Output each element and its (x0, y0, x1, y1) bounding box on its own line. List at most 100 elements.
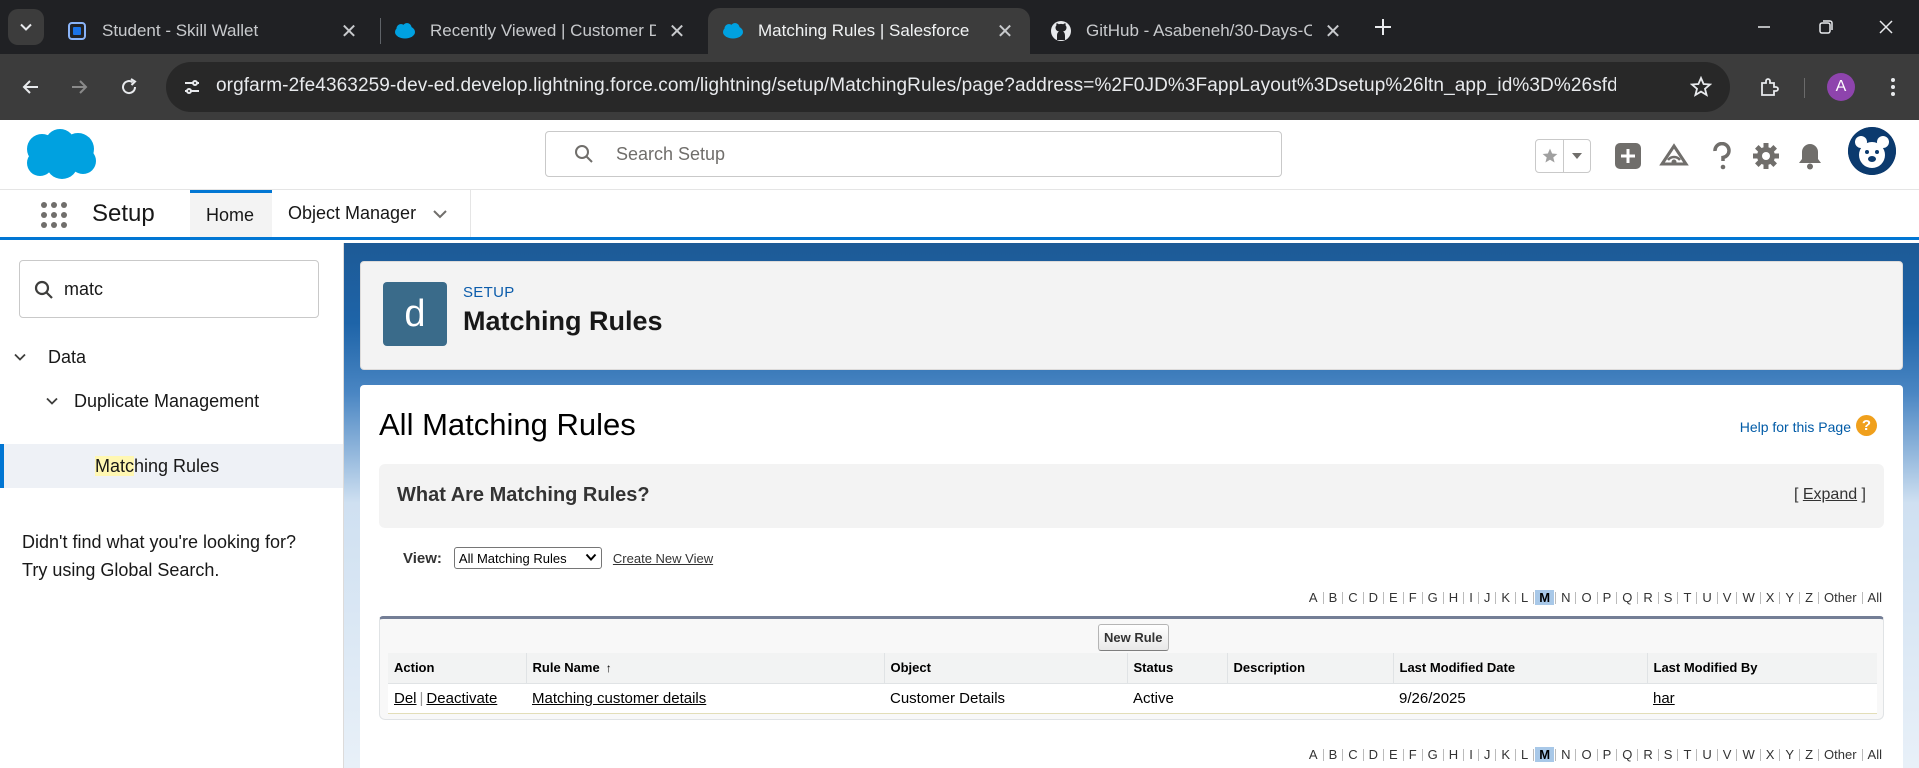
alpha-filter-s[interactable]: S (1659, 590, 1678, 605)
alpha-filter-n[interactable]: N (1556, 747, 1575, 762)
bookmark-star-icon[interactable] (1688, 74, 1714, 100)
tab-search-button[interactable] (8, 9, 44, 45)
alpha-filter-z[interactable]: Z (1800, 590, 1818, 605)
alpha-filter-l[interactable]: L (1516, 747, 1533, 762)
browser-tab-skill-wallet[interactable]: Student - Skill Wallet ✕ (52, 8, 374, 54)
expand-link[interactable]: Expand (1803, 486, 1857, 503)
alpha-filter-u[interactable]: U (1697, 747, 1716, 762)
alpha-filter-j[interactable]: J (1479, 747, 1496, 762)
new-tab-button[interactable] (1368, 11, 1398, 43)
reload-button[interactable] (110, 68, 148, 106)
alpha-filter-q[interactable]: Q (1617, 590, 1637, 605)
alpha-filter-f[interactable]: F (1404, 747, 1422, 762)
alpha-filter-all[interactable]: All (1863, 590, 1887, 605)
alpha-filter-i[interactable]: I (1464, 747, 1478, 762)
notifications-button[interactable] (1792, 138, 1828, 174)
tab-home[interactable]: Home (190, 190, 272, 237)
help-question-icon[interactable]: ? (1856, 415, 1877, 436)
alpha-filter-b[interactable]: B (1324, 590, 1343, 605)
alpha-filter-y[interactable]: Y (1780, 590, 1799, 605)
global-search-input[interactable] (616, 140, 1256, 168)
forward-button[interactable] (60, 68, 98, 106)
tree-item-data[interactable]: Data (0, 335, 343, 379)
tab-object-manager[interactable]: Object Manager (272, 190, 464, 237)
alpha-filter-y[interactable]: Y (1780, 747, 1799, 762)
minimize-button[interactable] (1744, 10, 1784, 44)
create-new-view-link[interactable]: Create New View (613, 551, 713, 566)
alpha-filter-x[interactable]: X (1761, 747, 1780, 762)
restore-button[interactable] (1806, 10, 1846, 44)
app-launcher-button[interactable] (38, 199, 70, 231)
tab-close-icon[interactable]: ✕ (994, 20, 1016, 43)
site-info-button[interactable] (176, 71, 208, 103)
url-text[interactable]: orgfarm-2fe4363259-dev-ed.develop.lightn… (216, 75, 1616, 97)
close-window-button[interactable] (1866, 10, 1906, 44)
alpha-filter-z[interactable]: Z (1800, 747, 1818, 762)
alpha-filter-p[interactable]: P (1598, 590, 1617, 605)
alpha-filter-h[interactable]: H (1444, 747, 1463, 762)
help-for-page-link[interactable]: Help for this Page (1740, 419, 1851, 435)
alpha-filter-d[interactable]: D (1364, 590, 1383, 605)
alpha-filter-u[interactable]: U (1697, 590, 1716, 605)
tree-item-matching-rules[interactable]: Matching Rules (0, 444, 343, 488)
alpha-filter-m[interactable]: M (1535, 747, 1555, 762)
alpha-filter-k[interactable]: K (1496, 590, 1515, 605)
alpha-filter-g[interactable]: G (1423, 590, 1443, 605)
alpha-filter-o[interactable]: O (1576, 747, 1596, 762)
alpha-filter-v[interactable]: V (1718, 590, 1737, 605)
alpha-filter-i[interactable]: I (1464, 590, 1478, 605)
alpha-filter-h[interactable]: H (1444, 590, 1463, 605)
chevron-down-icon[interactable] (42, 394, 62, 408)
alpha-filter-k[interactable]: K (1496, 747, 1515, 762)
user-avatar[interactable] (1848, 127, 1896, 175)
alpha-filter-p[interactable]: P (1598, 747, 1617, 762)
column-header-rule-name[interactable]: Rule Name ↑ (525, 653, 884, 684)
alpha-filter-e[interactable]: E (1384, 590, 1403, 605)
alpha-filter-other[interactable]: Other (1819, 590, 1862, 605)
alpha-filter-n[interactable]: N (1556, 590, 1575, 605)
alpha-filter-f[interactable]: F (1404, 590, 1422, 605)
alpha-filter-o[interactable]: O (1576, 590, 1596, 605)
alpha-filter-b[interactable]: B (1324, 747, 1343, 762)
alpha-filter-g[interactable]: G (1423, 747, 1443, 762)
alpha-filter-t[interactable]: T (1678, 747, 1696, 762)
setup-button[interactable] (1748, 138, 1784, 174)
alpha-filter-m[interactable]: M (1535, 590, 1555, 605)
alpha-filter-other[interactable]: Other (1819, 747, 1862, 762)
browser-menu-button[interactable] (1874, 68, 1912, 106)
alpha-filter-j[interactable]: J (1479, 590, 1496, 605)
alpha-filter-q[interactable]: Q (1617, 747, 1637, 762)
browser-tab-matching-rules[interactable]: Matching Rules | Salesforce ✕ (708, 8, 1030, 54)
alpha-filter-v[interactable]: V (1718, 747, 1737, 762)
chevron-down-icon[interactable] (10, 350, 30, 364)
favorites-star-button[interactable] (1536, 140, 1563, 172)
alpha-filter-all[interactable]: All (1863, 747, 1887, 762)
chevron-down-icon[interactable] (432, 206, 448, 222)
tab-close-icon[interactable]: ✕ (338, 20, 360, 43)
deactivate-link[interactable]: Deactivate (426, 690, 497, 707)
alpha-filter-d[interactable]: D (1364, 747, 1383, 762)
alpha-filter-x[interactable]: X (1761, 590, 1780, 605)
back-button[interactable] (12, 68, 50, 106)
delete-link[interactable]: Del (394, 690, 417, 707)
alpha-filter-a[interactable]: A (1304, 590, 1323, 605)
browser-tab-recently-viewed[interactable]: Recently Viewed | Customer Details ✕ (380, 8, 702, 54)
new-rule-button[interactable]: New Rule (1098, 624, 1169, 651)
alpha-filter-w[interactable]: W (1737, 747, 1759, 762)
tab-close-icon[interactable]: ✕ (666, 20, 688, 43)
tree-item-duplicate-management[interactable]: Duplicate Management (0, 379, 343, 423)
tab-close-icon[interactable]: ✕ (1322, 20, 1344, 43)
alpha-filter-e[interactable]: E (1384, 747, 1403, 762)
alpha-filter-a[interactable]: A (1304, 747, 1323, 762)
alpha-filter-s[interactable]: S (1659, 747, 1678, 762)
rule-name-link[interactable]: Matching customer details (532, 690, 706, 707)
last-modified-by-link[interactable]: har (1653, 690, 1675, 707)
alpha-filter-r[interactable]: R (1638, 747, 1657, 762)
alpha-filter-t[interactable]: T (1678, 590, 1696, 605)
extensions-button[interactable] (1750, 68, 1788, 106)
view-select[interactable]: All Matching Rules (453, 547, 602, 569)
salesforce-logo[interactable] (20, 127, 100, 188)
alpha-filter-w[interactable]: W (1737, 590, 1759, 605)
alpha-filter-c[interactable]: C (1343, 590, 1362, 605)
address-bar[interactable]: orgfarm-2fe4363259-dev-ed.develop.lightn… (166, 62, 1730, 112)
